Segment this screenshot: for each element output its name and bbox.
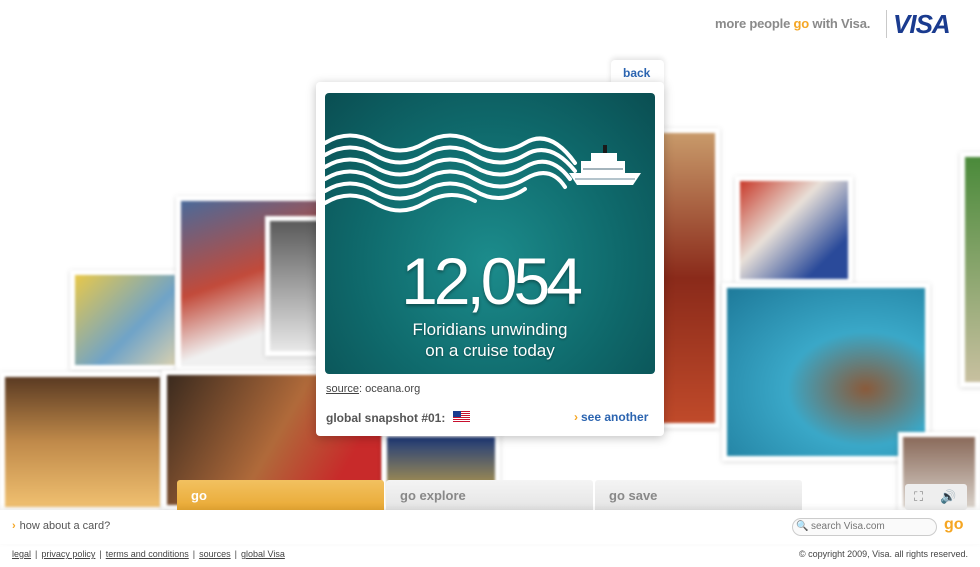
collage-photo[interactable]	[960, 152, 980, 387]
back-link[interactable]: back	[623, 66, 650, 80]
search-icon: 🔍	[796, 521, 809, 532]
cruise-illustration	[325, 133, 641, 213]
tagline-text-end: with Visa.	[809, 16, 871, 31]
tab-go-save[interactable]: go save	[595, 480, 802, 511]
see-another-label: see another	[581, 410, 649, 424]
stat-caption-line: Floridians unwinding	[412, 320, 568, 339]
search-input[interactable]	[811, 519, 931, 534]
stat-caption-line: on a cruise today	[425, 341, 555, 360]
stat-number: 12,054	[401, 244, 583, 318]
snapshot-label: global snapshot #01:	[326, 411, 446, 425]
tagline-text: more people	[715, 16, 794, 31]
footer-link-sources[interactable]: sources	[199, 549, 231, 559]
wave-lines-icon	[325, 133, 577, 213]
source-value: : oceana.org	[359, 383, 421, 395]
tagline-go: go	[793, 16, 810, 31]
source-link[interactable]: source	[326, 383, 359, 395]
see-another-link[interactable]: › see another	[574, 410, 648, 424]
collage-photo[interactable]	[0, 372, 165, 512]
sound-icon[interactable]: 🔊	[940, 489, 956, 505]
copyright: © copyright 2009, Visa. all rights reser…	[798, 549, 968, 559]
footer-link-legal[interactable]: legal	[12, 549, 31, 559]
collage-photo[interactable]	[735, 176, 853, 284]
visa-logo[interactable]: VISA	[893, 9, 951, 40]
footer-links: legal | privacy policy | terms and condition…	[12, 549, 285, 559]
chevron-right-icon: ›	[574, 410, 578, 424]
fullscreen-icon[interactable]: ⛶	[914, 489, 923, 505]
how-about-label: how about a card?	[19, 520, 111, 532]
source-row: source: oceana.org	[326, 383, 420, 395]
how-about-link[interactable]: › how about a card?	[12, 520, 110, 532]
search-go-button[interactable]: go	[944, 516, 964, 534]
chevron-right-icon: ›	[12, 520, 16, 532]
footer-link-privacy[interactable]: privacy policy	[41, 549, 95, 559]
tab-go-explore[interactable]: go explore	[386, 480, 593, 511]
tagline: more people go with Visa.	[715, 16, 870, 31]
us-flag-icon	[453, 411, 470, 423]
brand-divider	[886, 10, 887, 38]
cruise-ship-icon	[569, 145, 641, 185]
footer-link-terms[interactable]: terms and conditions	[106, 549, 189, 559]
tab-go[interactable]: go	[177, 480, 384, 511]
footer-link-global-visa[interactable]: global Visa	[241, 549, 285, 559]
collage-photo[interactable]	[70, 270, 180, 370]
stat-caption: Floridians unwinding on a cruise today	[325, 319, 655, 361]
page: more people go with Visa. VISA back 12,0…	[0, 0, 980, 567]
stat-panel: 12,054 Floridians unwinding on a cruise …	[325, 93, 655, 374]
